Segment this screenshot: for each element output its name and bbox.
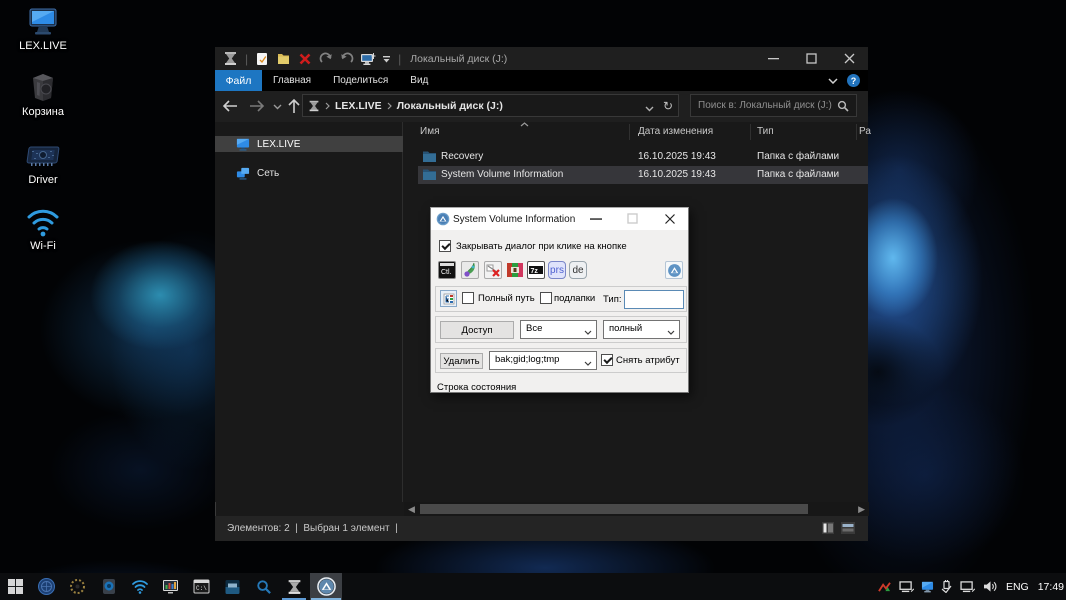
svg-text:7z: 7z (531, 268, 539, 275)
svg-text:Ctl.: Ctl. (441, 269, 452, 276)
svg-text:C:\: C:\ (196, 585, 207, 592)
